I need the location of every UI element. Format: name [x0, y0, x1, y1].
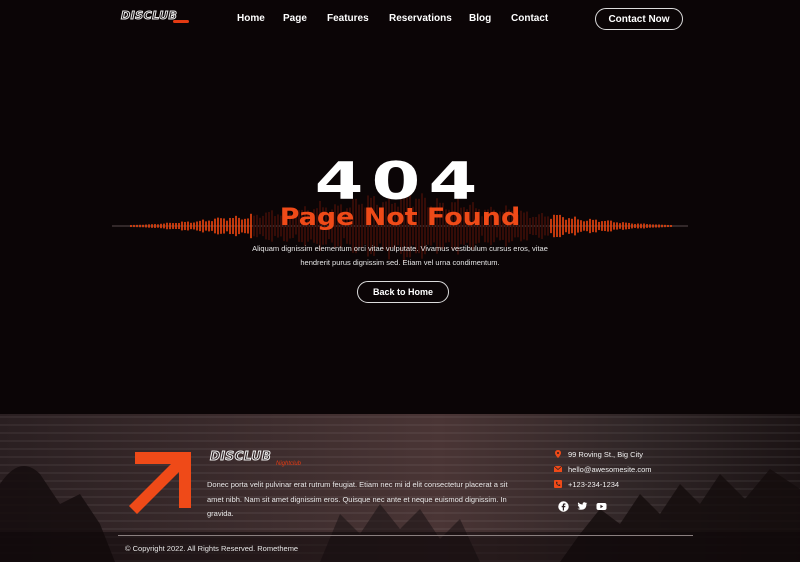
youtube-icon[interactable] — [596, 501, 607, 512]
address-text: 99 Roving St., Big City — [568, 449, 644, 459]
nav-item-contact[interactable]: Contact — [511, 12, 548, 26]
nav-item-blog[interactable]: Blog — [469, 12, 491, 26]
hero-description: Aliquam dignissim elementum orci vitae v… — [252, 244, 548, 267]
footer-divider — [118, 535, 693, 536]
twitter-icon[interactable] — [577, 501, 588, 512]
arrow-up-right-icon — [129, 452, 191, 514]
phone-icon — [554, 480, 562, 488]
email-text: hello@awesomesite.com — [568, 464, 652, 474]
back-to-home-button[interactable]: Back to Home — [357, 281, 449, 303]
facebook-icon[interactable] — [558, 501, 569, 512]
contact-phone[interactable]: +123-234-1234 — [554, 478, 619, 490]
location-pin-icon — [555, 450, 561, 458]
page-title: Page Not Found — [279, 203, 521, 231]
footer-logo[interactable]: DISCLUB Nightclub — [210, 449, 306, 467]
footer-description: Donec porta velit pulvinar erat rutrum f… — [207, 480, 508, 518]
phone-text: +123-234-1234 — [568, 479, 620, 489]
hero-section: 404 Page Not Found Aliquam dignissim ele… — [0, 38, 800, 414]
contact-email[interactable]: hello@awesomesite.com — [554, 463, 651, 475]
nav-item-reservations[interactable]: Reservations — [389, 12, 452, 26]
nav-item-home[interactable]: Home — [237, 12, 265, 26]
envelope-icon — [554, 465, 562, 472]
nav-item-features[interactable]: Features — [327, 12, 369, 26]
contact-now-button[interactable]: Contact Now — [595, 8, 683, 30]
contact-address: 99 Roving St., Big City — [554, 448, 643, 460]
nav-item-page[interactable]: Page — [283, 12, 307, 26]
footer-logo-sub: Nightclub — [276, 461, 302, 467]
error-code: 404 — [314, 152, 486, 212]
copyright-text: © Copyright 2022. All Rights Reserved. R… — [125, 544, 299, 553]
site-header: DISCLUB Home Page Features Reservations … — [0, 0, 800, 38]
